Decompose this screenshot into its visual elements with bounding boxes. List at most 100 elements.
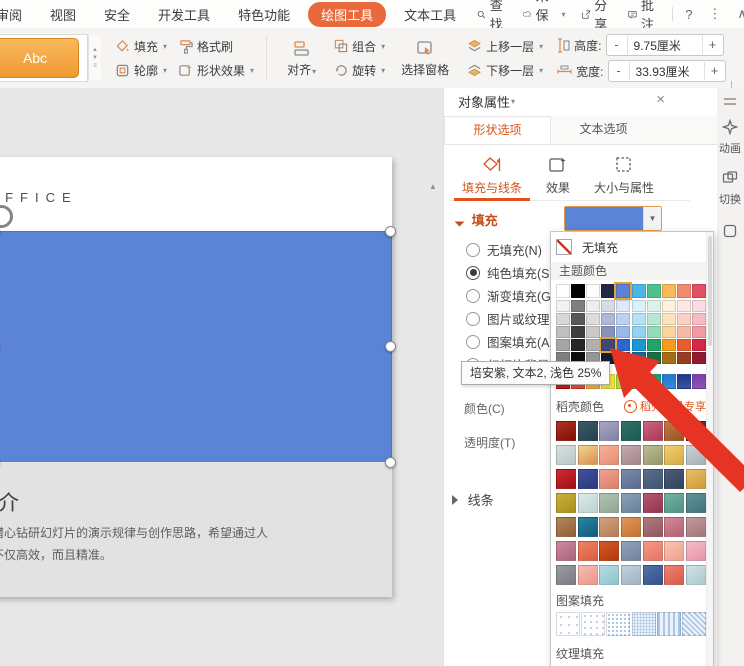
theme-tint-swatch[interactable] xyxy=(676,300,691,312)
theme-color-swatch[interactable] xyxy=(691,284,706,298)
theme-tint-swatch[interactable] xyxy=(571,339,586,351)
height-value[interactable]: 9.75厘米 xyxy=(628,37,702,54)
theme-tint-swatch[interactable] xyxy=(616,326,631,338)
subtab-size-properties[interactable]: 大小与属性 xyxy=(582,150,666,200)
theme-tint-swatch[interactable] xyxy=(646,313,661,325)
theme-tint-swatch[interactable] xyxy=(631,352,646,364)
theme-color-swatch[interactable] xyxy=(661,284,676,298)
theme-tint-swatch[interactable] xyxy=(556,313,570,325)
docer-gradient-swatch[interactable] xyxy=(620,517,641,537)
theme-tint-swatch[interactable] xyxy=(661,300,676,312)
docer-gradient-swatch[interactable] xyxy=(577,421,598,441)
docer-gradient-swatch[interactable] xyxy=(556,493,576,513)
align-button[interactable]: 对齐▾ xyxy=(283,39,320,78)
selection-handle-bottom-right[interactable] xyxy=(385,457,396,468)
docer-gradient-swatch[interactable] xyxy=(685,565,706,585)
theme-color-swatch[interactable] xyxy=(631,284,646,298)
docer-gradient-swatch[interactable] xyxy=(599,541,620,561)
theme-tint-swatch[interactable] xyxy=(676,352,691,364)
standard-color-swatch[interactable] xyxy=(646,374,661,389)
pattern-swatch-dots-10[interactable] xyxy=(581,612,606,636)
theme-tint-swatch[interactable] xyxy=(691,300,706,312)
theme-tint-swatch[interactable] xyxy=(631,339,646,351)
theme-tint-swatch[interactable] xyxy=(571,300,586,312)
menu-item-tab[interactable]: 开发工具 xyxy=(144,2,224,27)
docer-gradient-swatch[interactable] xyxy=(685,493,706,513)
theme-tint-swatch[interactable] xyxy=(646,339,661,351)
docer-gradient-swatch[interactable] xyxy=(642,565,663,585)
menu-item-tab[interactable]: 视图 xyxy=(36,2,90,27)
docer-gradient-swatch[interactable] xyxy=(664,421,685,441)
menu-item-active[interactable]: 绘图工具 xyxy=(308,1,387,27)
theme-color-swatch[interactable] xyxy=(646,284,661,298)
theme-tint-swatch[interactable] xyxy=(676,326,691,338)
standard-color-swatch[interactable] xyxy=(676,374,691,389)
height-decrease-button[interactable]: - xyxy=(607,36,628,54)
docer-gradient-swatch[interactable] xyxy=(685,445,706,465)
line-section-header[interactable]: 线条 xyxy=(452,490,494,509)
docer-gradient-swatch[interactable] xyxy=(620,565,641,585)
selection-handle-mid-right[interactable] xyxy=(385,341,396,352)
docer-gradient-swatch[interactable] xyxy=(642,541,663,561)
docer-gradient-swatch[interactable] xyxy=(685,469,706,489)
subtab-effects[interactable]: 效果 xyxy=(534,150,582,200)
rail-item-切换[interactable]: 切换 xyxy=(716,170,744,207)
panel-tab[interactable]: 文本选项 xyxy=(551,116,656,144)
theme-color-swatch[interactable] xyxy=(614,282,633,300)
docer-gradient-swatch[interactable] xyxy=(620,469,641,489)
theme-tint-swatch[interactable] xyxy=(691,339,706,351)
shape-style-gallery[interactable]: Abc xyxy=(0,34,88,82)
theme-tint-swatch[interactable] xyxy=(601,313,616,325)
shape-effects-button[interactable]: 形状效果 ▾ xyxy=(174,61,258,80)
docer-gradient-swatch[interactable] xyxy=(642,421,663,441)
theme-tint-swatch[interactable] xyxy=(601,300,616,312)
docer-gradient-swatch[interactable] xyxy=(620,445,641,465)
theme-tint-swatch[interactable] xyxy=(601,326,616,338)
theme-tint-swatch[interactable] xyxy=(556,326,570,338)
docer-gradient-swatch[interactable] xyxy=(642,493,663,513)
theme-color-swatch[interactable] xyxy=(601,284,616,298)
docer-vip-badge[interactable]: 稻壳会员专享 xyxy=(624,398,706,414)
fill-button[interactable]: 填充 ▾ xyxy=(111,37,171,56)
theme-tint-swatch[interactable] xyxy=(631,300,646,312)
theme-tint-swatch[interactable] xyxy=(556,300,570,312)
selected-rectangle-shape[interactable] xyxy=(0,231,392,464)
rail-item-动画[interactable]: 动画 xyxy=(716,118,744,156)
docer-gradient-swatch[interactable] xyxy=(642,469,663,489)
theme-tint-swatch[interactable] xyxy=(586,339,601,351)
standard-color-swatch[interactable] xyxy=(691,374,706,389)
theme-tint-swatch[interactable] xyxy=(556,339,570,351)
theme-tint-swatch[interactable] xyxy=(616,352,631,364)
bring-forward-button[interactable]: 上移一层 ▾ xyxy=(463,37,547,56)
theme-tint-swatch[interactable] xyxy=(586,326,601,338)
slide-body-text[interactable]: 潜心钻研幻灯片的演示规律与创作思路，希望通过人 不仅高效，而且精准。 xyxy=(0,522,268,566)
menu-item-tab[interactable]: 安全 xyxy=(90,2,144,27)
selection-pane-button[interactable]: 选择窗格 xyxy=(397,39,453,78)
chevron-down-icon[interactable]: ▼ xyxy=(643,207,661,230)
docer-gradient-swatch[interactable] xyxy=(664,541,685,561)
canvas-scrollbar[interactable]: ▲ ▲ ▼ xyxy=(426,176,442,666)
theme-tint-swatch[interactable] xyxy=(631,313,646,325)
slide-heading[interactable]: 介 xyxy=(0,487,19,517)
pattern-swatch-dots-sparse[interactable] xyxy=(556,612,580,636)
docer-gradient-swatch[interactable] xyxy=(556,517,576,537)
docer-gradient-swatch[interactable] xyxy=(577,565,598,585)
radio-button[interactable] xyxy=(466,288,480,303)
gallery-scroll-arrows[interactable]: ▲ ▼ ≡ xyxy=(88,35,101,81)
theme-tint-swatch[interactable] xyxy=(691,326,706,338)
theme-tint-swatch[interactable] xyxy=(571,326,586,338)
radio-button[interactable] xyxy=(466,265,480,280)
shape-style-preview[interactable]: Abc xyxy=(0,38,79,78)
docer-gradient-swatch[interactable] xyxy=(664,493,685,513)
standard-color-swatch[interactable] xyxy=(616,374,631,389)
docer-gradient-swatch[interactable] xyxy=(556,565,576,585)
format-painter-button[interactable]: 格式刷 xyxy=(174,37,237,56)
more-options-icon[interactable]: ⋮ xyxy=(701,3,728,25)
theme-tint-swatch[interactable] xyxy=(586,300,601,312)
pattern-swatch-vertical-lines[interactable] xyxy=(656,612,681,636)
docer-gradient-swatch[interactable] xyxy=(620,421,641,441)
theme-tint-swatch[interactable] xyxy=(691,352,706,364)
docer-gradient-swatch[interactable] xyxy=(577,541,598,561)
docer-gradient-swatch[interactable] xyxy=(599,445,620,465)
close-panel-button[interactable]: × xyxy=(656,91,665,108)
